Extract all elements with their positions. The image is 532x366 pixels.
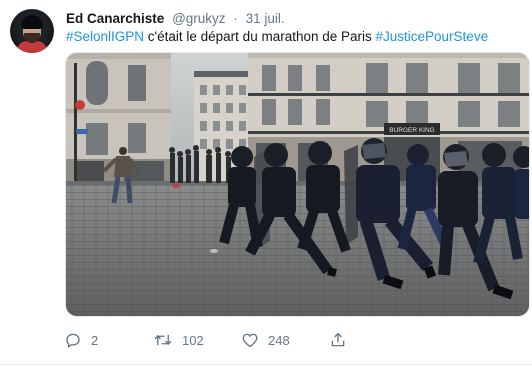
shop-sign: BURGER KING bbox=[389, 127, 435, 134]
tweet-text: #SelonlIGPN c'était le départ du maratho… bbox=[66, 29, 488, 45]
retweet-button[interactable]: 102 bbox=[153, 330, 204, 350]
retweet-count: 102 bbox=[182, 332, 204, 348]
avatar[interactable] bbox=[10, 9, 54, 53]
retweet-icon bbox=[154, 334, 172, 346]
hashtag-selonligpn[interactable]: #SelonlIGPN bbox=[66, 29, 144, 44]
photo-riot-police-scene: BURGER KING bbox=[66, 53, 529, 316]
tweet-card[interactable]: Ed Canarchiste @grukyz · 31 juil. #Selon… bbox=[0, 0, 532, 366]
share-button[interactable] bbox=[329, 330, 347, 350]
like-count: 248 bbox=[268, 332, 290, 348]
reply-button[interactable]: 2 bbox=[64, 330, 98, 350]
tweet-actions: 2 102 248 bbox=[64, 330, 364, 350]
author-handle[interactable]: @grukyz bbox=[172, 11, 225, 26]
tweet-text-body: c'était le départ du marathon de Paris bbox=[144, 29, 376, 44]
tweet-header: Ed Canarchiste @grukyz · 31 juil. bbox=[66, 11, 285, 27]
avatar-hair bbox=[21, 15, 43, 29]
share-icon bbox=[331, 332, 345, 347]
header-separator: · bbox=[233, 11, 238, 26]
heart-icon bbox=[242, 333, 258, 348]
like-button[interactable]: 248 bbox=[241, 330, 290, 350]
tweet-date[interactable]: 31 juil. bbox=[246, 11, 285, 26]
tweet-photo[interactable]: BURGER KING bbox=[65, 52, 530, 317]
tweet-divider bbox=[0, 364, 532, 365]
author-name[interactable]: Ed Canarchiste bbox=[66, 11, 164, 26]
hashtag-justicepoursteve[interactable]: #JusticePourSteve bbox=[376, 29, 489, 44]
reply-count: 2 bbox=[91, 332, 99, 348]
reply-icon bbox=[66, 333, 80, 348]
